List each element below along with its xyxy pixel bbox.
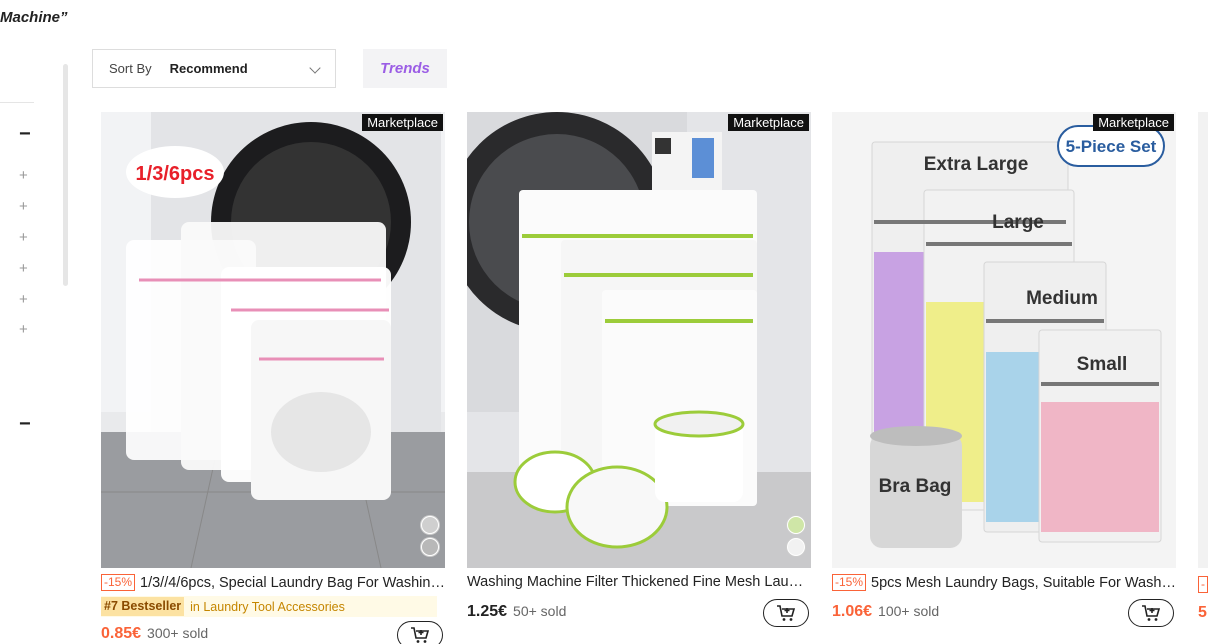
- price-row: 1.06€ 100+ sold: [832, 603, 939, 621]
- trends-label: Trends: [380, 60, 430, 77]
- color-swatches: [421, 516, 439, 556]
- bestseller-category-link[interactable]: in Laundry Tool Accessories: [190, 600, 345, 614]
- sort-dropdown[interactable]: Sort By Recommend: [92, 49, 336, 88]
- sort-selected-value: Recommend: [169, 61, 248, 76]
- add-to-cart-icon: [1142, 605, 1161, 621]
- discount-tag: -15%: [101, 574, 136, 591]
- product-title[interactable]: 1/3//4/6pcs, Special Laundry Bag For Was…: [140, 575, 445, 591]
- product-card[interactable]: 1/3/6pcs Marketplace -15% 1/3//4/6pcs, S…: [101, 112, 445, 644]
- product-image[interactable]: 5-Piece Set Extra Large Large Medium Sma…: [832, 112, 1176, 568]
- product-price: 1.06€: [832, 603, 873, 620]
- svg-text:Extra Large: Extra Large: [924, 154, 1029, 175]
- color-swatch[interactable]: [421, 516, 439, 534]
- sold-count: 300+ sold: [147, 625, 209, 641]
- product-title-row[interactable]: -15% 1/3//4/6pcs, Special Laundry Bag Fo…: [101, 574, 445, 591]
- svg-text:Large: Large: [992, 212, 1044, 233]
- product-price: 1.25€: [467, 603, 508, 620]
- bestseller-badge: #7 Bestseller: [101, 597, 185, 616]
- marketplace-badge: Marketplace: [362, 114, 443, 131]
- product-card[interactable]: Marketplace Washing Machine Filter Thick…: [467, 112, 811, 644]
- filter-expand-plus-icon[interactable]: +: [19, 230, 28, 245]
- sort-label: Sort By: [109, 61, 152, 76]
- product-title-row[interactable]: -15% 5pcs Mesh Laundry Bags, Suitable Fo…: [832, 574, 1176, 591]
- discount-tag: -: [1198, 576, 1208, 593]
- svg-text:Bra Bag: Bra Bag: [879, 476, 952, 497]
- color-swatch[interactable]: [787, 538, 805, 556]
- product-image-badge-text: 1/3/6pcs: [136, 163, 215, 185]
- product-title[interactable]: Washing Machine Filter Thickened Fine Me…: [467, 574, 811, 590]
- discount-tag: -15%: [832, 574, 867, 591]
- chevron-down-icon: [309, 62, 321, 74]
- marketplace-badge: Marketplace: [1093, 114, 1174, 131]
- product-title[interactable]: 5pcs Mesh Laundry Bags, Suitable For Was…: [871, 575, 1176, 591]
- product-card[interactable]: 5-Piece Set Extra Large Large Medium Sma…: [832, 112, 1176, 644]
- product-image-partial[interactable]: [1198, 112, 1208, 568]
- product-price: 5: [1198, 604, 1207, 621]
- search-result-title: Machine”: [0, 9, 68, 26]
- marketplace-badge: Marketplace: [728, 114, 809, 131]
- add-to-cart-button[interactable]: [763, 599, 809, 627]
- add-to-cart-icon: [777, 605, 796, 621]
- filter-divider: [0, 102, 34, 103]
- filter-expand-plus-icon[interactable]: +: [19, 261, 28, 276]
- price-row: 0.85€ 300+ sold: [101, 625, 208, 643]
- product-image[interactable]: 1/3/6pcs Marketplace: [101, 112, 445, 568]
- filter-expand-plus-icon[interactable]: +: [19, 322, 28, 337]
- filter-collapse-minus-icon[interactable]: −: [19, 414, 31, 434]
- filter-expand-plus-icon[interactable]: +: [19, 168, 28, 183]
- add-to-cart-button[interactable]: [397, 621, 443, 644]
- sold-count: 50+ sold: [513, 603, 567, 619]
- product-price: 0.85€: [101, 625, 142, 642]
- svg-text:Medium: Medium: [1026, 288, 1098, 309]
- trends-button[interactable]: Trends: [363, 49, 447, 88]
- price-row: 1.25€ 50+ sold: [467, 603, 566, 621]
- filter-scrollbar[interactable]: [63, 64, 68, 286]
- color-swatch[interactable]: [787, 516, 805, 534]
- product-image-badge-text: 5-Piece Set: [1066, 137, 1157, 156]
- add-to-cart-icon: [411, 627, 430, 643]
- product-title-row[interactable]: Washing Machine Filter Thickened Fine Me…: [467, 574, 811, 590]
- svg-text:Small: Small: [1077, 354, 1128, 375]
- filter-collapse-minus-icon[interactable]: −: [19, 124, 31, 144]
- color-swatches: [787, 516, 805, 556]
- bestseller-row[interactable]: #7 Bestseller in Laundry Tool Accessorie…: [101, 596, 437, 617]
- product-image[interactable]: Marketplace: [467, 112, 811, 568]
- filter-expand-plus-icon[interactable]: +: [19, 199, 28, 214]
- sold-count: 100+ sold: [878, 603, 940, 619]
- color-swatch[interactable]: [421, 538, 439, 556]
- add-to-cart-button[interactable]: [1128, 599, 1174, 627]
- filter-expand-plus-icon[interactable]: +: [19, 292, 28, 307]
